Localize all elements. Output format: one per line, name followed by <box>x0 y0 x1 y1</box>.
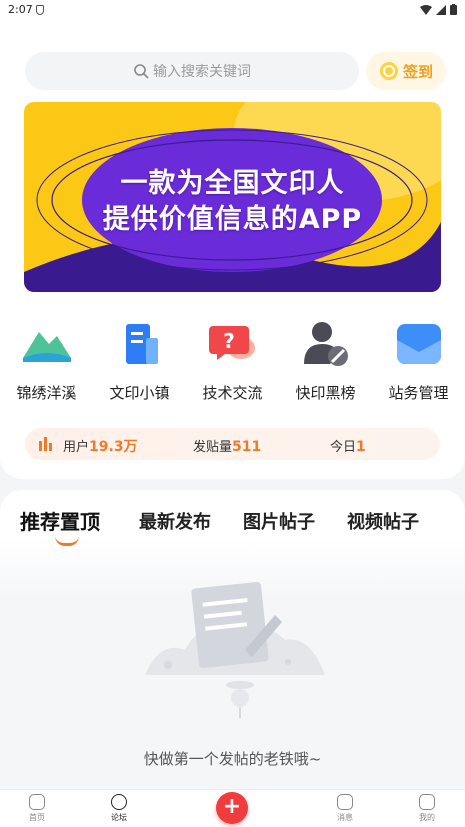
wifi-icon <box>420 4 432 15</box>
category-label: 锦绣洋溪 <box>16 384 77 402</box>
mountain-icon <box>21 318 73 370</box>
nav-profile[interactable]: 我的 <box>402 794 452 823</box>
stat-posts: 发贴量511 <box>193 436 261 455</box>
stat-posts-value: 511 <box>232 439 262 455</box>
category-admin[interactable]: 站务管理 <box>372 318 465 403</box>
category-tech[interactable]: ? 技术交流 <box>186 318 279 403</box>
svg-text:?: ? <box>223 329 235 353</box>
search-placeholder: 输入搜索关键词 <box>153 64 251 80</box>
forum-icon <box>111 794 127 810</box>
category-label: 快印黑榜 <box>295 384 356 402</box>
tab-latest[interactable]: 最新发布 <box>139 508 211 534</box>
category-label: 技术交流 <box>202 384 263 402</box>
signin-button[interactable]: 签到 <box>366 52 446 90</box>
category-jinxiu[interactable]: 锦绣洋溪 <box>0 318 93 403</box>
stat-users-value: 19.3万 <box>89 439 138 455</box>
stat-today-label: 今日 <box>330 440 357 455</box>
nav-home-label: 首页 <box>29 813 45 822</box>
signal-icon <box>436 4 446 15</box>
stat-today: 今日1 <box>330 436 366 455</box>
nav-messages[interactable]: 消息 <box>320 794 370 823</box>
add-post-button[interactable]: + <box>216 792 248 824</box>
shield-icon <box>36 5 44 15</box>
search-icon <box>134 64 149 79</box>
nav-home[interactable]: 首页 <box>12 794 62 823</box>
tab-videos[interactable]: 视频帖子 <box>347 508 419 534</box>
stat-users-label: 用户 <box>63 440 90 455</box>
building-icon <box>114 318 166 370</box>
banner-line-2: 提供价值信息的APP <box>102 204 363 235</box>
banner-headline: 一款为全国文印人 提供价值信息的APP <box>24 166 441 238</box>
header-panel: 输入搜索关键词 签到 一款为全国文印人 提供价值信息的APP 锦绣洋溪 文印小镇… <box>0 22 465 479</box>
nav-forum[interactable]: 论坛 <box>94 794 144 823</box>
category-label: 站务管理 <box>388 384 449 402</box>
empty-state-text: 快做第一个发帖的老铁哦~ <box>143 750 322 768</box>
stat-users: 用户19.3万 <box>63 436 138 456</box>
stat-posts-label: 发贴量 <box>193 440 233 455</box>
category-wenyin[interactable]: 文印小镇 <box>93 318 186 403</box>
mail-icon <box>393 318 445 370</box>
status-bar: 2:07 <box>0 0 465 22</box>
chat-question-icon: ? <box>207 318 259 370</box>
signin-icon <box>379 62 398 80</box>
promo-banner[interactable]: 一款为全国文印人 提供价值信息的APP <box>24 102 441 292</box>
stats-bar: 用户19.3万 发贴量511 今日1 <box>25 428 440 460</box>
category-label: 文印小镇 <box>109 384 170 402</box>
search-input[interactable]: 输入搜索关键词 <box>25 52 359 90</box>
user-forbidden-icon <box>300 318 352 370</box>
tab-recommended[interactable]: 推荐置顶 <box>20 506 100 535</box>
profile-icon <box>419 794 435 810</box>
bar-chart-icon <box>39 437 52 451</box>
stat-today-value: 1 <box>356 439 366 455</box>
status-time: 2:07 <box>8 3 33 16</box>
status-icons <box>420 4 457 15</box>
nav-profile-label: 我的 <box>419 813 435 822</box>
tab-indicator <box>55 536 79 546</box>
tab-images[interactable]: 图片帖子 <box>243 508 315 534</box>
message-icon <box>337 794 353 810</box>
category-row: 锦绣洋溪 文印小镇 ? 技术交流 快印黑榜 站务管理 <box>0 318 465 408</box>
empty-state-illustration <box>145 581 325 718</box>
nav-messages-label: 消息 <box>337 813 353 822</box>
banner-line-1: 一款为全国文印人 <box>120 168 345 199</box>
home-icon <box>29 794 45 810</box>
nav-forum-label: 论坛 <box>111 813 127 822</box>
battery-icon <box>450 4 457 15</box>
category-blacklist[interactable]: 快印黑榜 <box>279 318 372 403</box>
signin-label: 签到 <box>402 62 433 81</box>
